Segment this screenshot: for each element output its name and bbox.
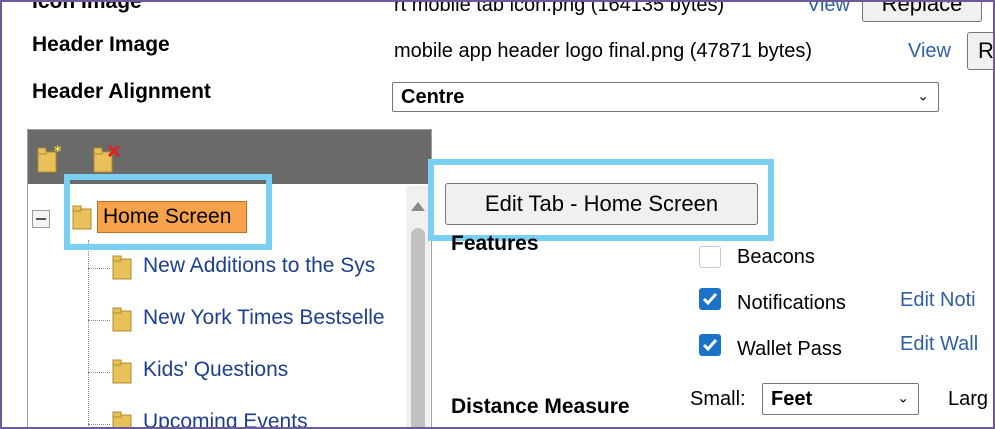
checkmark-icon [702, 339, 718, 352]
header-view-link[interactable]: View [908, 40, 951, 63]
tree-line [88, 320, 110, 321]
tree-line [88, 424, 110, 425]
icon-image-label: Icon Image [32, 0, 142, 13]
notifications-label: Notifications [737, 292, 846, 314]
scroll-up-icon[interactable] [411, 202, 425, 211]
small-unit-select[interactable]: Feet ⌄ [762, 383, 919, 415]
edit-notifications-link[interactable]: Edit Noti [900, 289, 976, 312]
icon-view-link[interactable]: View [807, 2, 850, 17]
notifications-checkbox[interactable] [699, 288, 721, 310]
icon-image-file: rt mobile tab icon.png (164135 bytes) [394, 0, 725, 16]
checkmark-icon [702, 293, 718, 306]
header-alignment-value: Centre [401, 85, 465, 108]
small-label: Small: [690, 388, 746, 410]
features-label: Features [451, 232, 539, 255]
distance-measure-label: Distance Measure [451, 395, 630, 418]
large-label: Larg [948, 388, 989, 410]
tree-line [88, 268, 110, 269]
minus-icon [36, 218, 46, 220]
folder-icon [112, 254, 134, 280]
tree-line [88, 372, 110, 373]
scrollbar-thumb[interactable] [411, 228, 425, 427]
replace-button[interactable]: Replace [862, 2, 982, 22]
tree-item[interactable]: Upcoming Events [143, 410, 308, 427]
beacons-checkbox[interactable] [699, 246, 721, 268]
header-alignment-label: Header Alignment [32, 80, 211, 103]
folder-icon [112, 306, 134, 332]
folder-icon [112, 410, 134, 427]
header-image-label: Header Image [32, 33, 170, 56]
tree-item[interactable]: Kids' Questions [143, 358, 288, 382]
beacons-label: Beacons [737, 246, 815, 268]
folder-icon [112, 358, 134, 384]
tree-item[interactable]: New York Times Bestselle [143, 306, 385, 330]
edit-wallet-pass-link[interactable]: Edit Wall [900, 333, 978, 356]
wallet-pass-checkbox[interactable] [699, 334, 721, 356]
highlight-edit-tab [428, 159, 774, 241]
header-replace-button[interactable]: R [967, 32, 993, 70]
delete-folder-icon[interactable] [92, 144, 122, 174]
collapse-toggle[interactable] [32, 210, 50, 228]
tree-scrollbar[interactable] [406, 186, 430, 427]
add-folder-icon[interactable]: * [36, 144, 64, 174]
svg-text:*: * [54, 144, 62, 160]
highlight-home-screen [64, 174, 272, 250]
tree-item[interactable]: New Additions to the Sys [143, 254, 375, 278]
chevron-down-icon: ⌄ [897, 389, 909, 406]
header-image-file: mobile app header logo final.png (47871 … [394, 40, 813, 62]
header-alignment-select[interactable]: Centre ⌄ [392, 82, 939, 112]
chevron-down-icon: ⌄ [917, 87, 929, 104]
small-unit-value: Feet [771, 387, 813, 410]
screenshot-frame: Icon Image rt mobile tab icon.png (16413… [0, 0, 995, 429]
wallet-pass-label: Wallet Pass [737, 338, 842, 360]
